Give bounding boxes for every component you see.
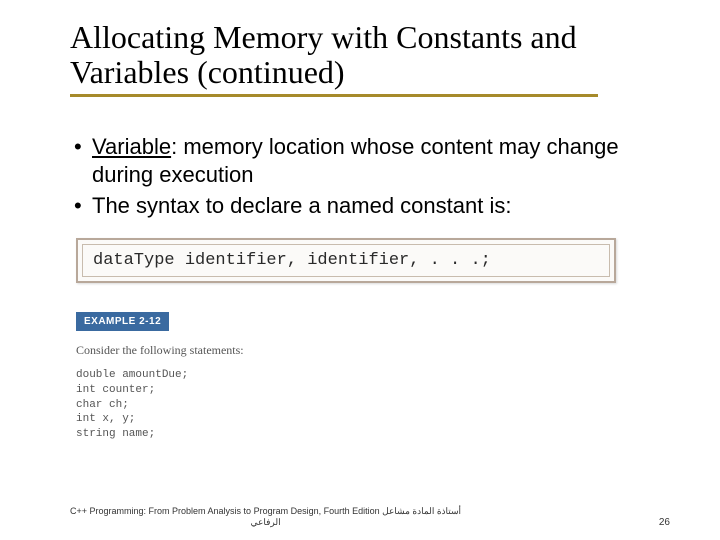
slide-title: Allocating Memory with Constants and Var… — [70, 20, 670, 90]
bullet-rest: : memory location whose content may chan… — [92, 134, 619, 187]
title-underline — [70, 94, 598, 97]
example-intro: Consider the following statements: — [76, 343, 670, 358]
page-number: 26 — [659, 517, 670, 528]
code-line: int counter; — [76, 384, 155, 396]
footer-line1: C++ Programming: From Problem Analysis t… — [70, 506, 461, 516]
code-line: string name; — [76, 428, 155, 440]
example-label: EXAMPLE 2-12 — [76, 312, 169, 331]
syntax-text: dataType identifier, identifier, . . .; — [82, 244, 610, 277]
bullet-list: • Variable: memory location whose conten… — [74, 133, 670, 220]
footer-line2: الرفاعي — [250, 517, 280, 527]
code-line: int x, y; — [76, 413, 135, 425]
code-line: char ch; — [76, 399, 129, 411]
bullet-item: • Variable: memory location whose conten… — [74, 133, 670, 188]
code-line: double amountDue; — [76, 369, 188, 381]
footer-citation: C++ Programming: From Problem Analysis t… — [70, 506, 461, 528]
footer: C++ Programming: From Problem Analysis t… — [70, 506, 670, 528]
syntax-box: dataType identifier, identifier, . . .; — [76, 238, 616, 283]
bullet-dot-icon: • — [74, 192, 92, 220]
bullet-text: Variable: memory location whose content … — [92, 133, 670, 188]
bullet-term: Variable — [92, 134, 171, 159]
bullet-item: • The syntax to declare a named constant… — [74, 192, 670, 220]
bullet-rest: The syntax to declare a named constant i… — [92, 193, 511, 218]
slide-container: Allocating Memory with Constants and Var… — [0, 0, 720, 540]
code-block: double amountDue; int counter; char ch; … — [76, 368, 670, 442]
bullet-text: The syntax to declare a named constant i… — [92, 192, 670, 220]
bullet-dot-icon: • — [74, 133, 92, 161]
